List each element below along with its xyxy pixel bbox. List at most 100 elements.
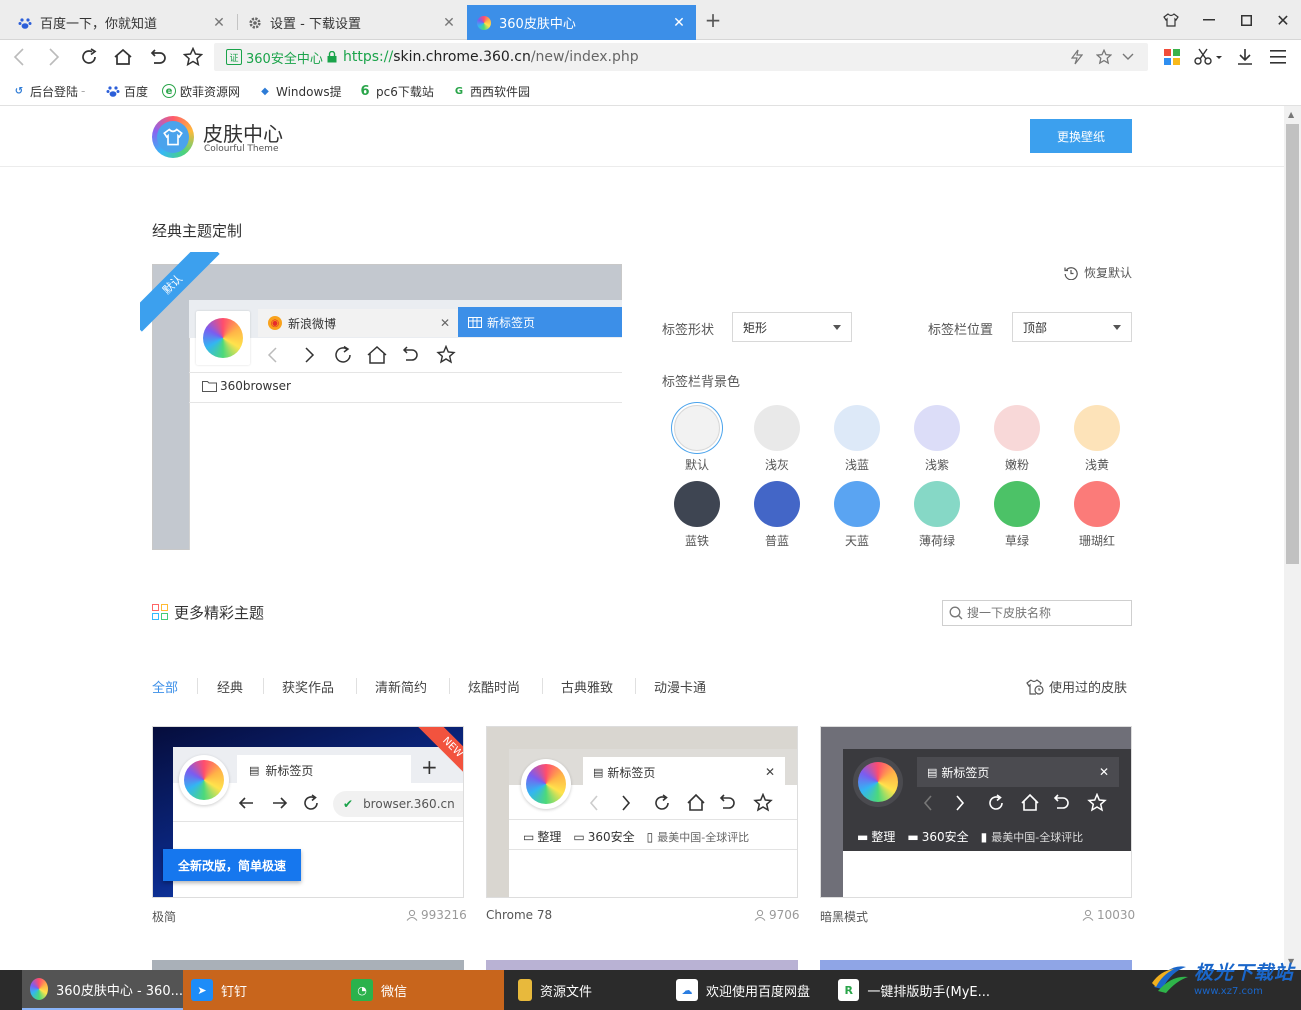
url-text[interactable]: https://skin.chrome.360.cn/new/index.php: [327, 47, 639, 67]
folder-icon: [202, 381, 217, 392]
category-divider: [356, 678, 357, 694]
taskbar-item-myeditor[interactable]: R 一键排版助手(MyE...: [830, 970, 990, 1010]
taskbar-item-baidu-netdisk[interactable]: ☁ 欢迎使用百度网盘: [668, 970, 828, 1010]
tab-shape-label: 标签形状: [662, 323, 715, 338]
taskbar-item-360-browser[interactable]: 360皮肤中心 - 360...: [22, 970, 183, 1010]
tab-position-select[interactable]: 顶部: [1012, 312, 1132, 342]
preview-tab-label: 新浪微博: [288, 316, 337, 331]
theme-card-next-row[interactable]: [820, 960, 1132, 970]
favorite-star-icon[interactable]: [181, 45, 205, 69]
color-swatch[interactable]: [754, 405, 800, 451]
theme-card-next-row[interactable]: [486, 960, 798, 970]
change-wallpaper-button[interactable]: 更换壁纸: [1030, 119, 1132, 153]
browser-tab-skin-center[interactable]: 360皮肤中心 ✕: [467, 5, 696, 40]
theme-search-input[interactable]: [967, 606, 1127, 620]
new-tab-button[interactable]: +: [703, 8, 723, 32]
color-swatch[interactable]: [674, 481, 720, 527]
lightning-icon[interactable]: [1065, 45, 1089, 69]
close-tab-icon[interactable]: ✕: [442, 15, 456, 31]
used-skins-link[interactable]: 使用过的皮肤: [1026, 677, 1127, 696]
myeditor-icon: R: [838, 979, 860, 1001]
taskbar-item-folder[interactable]: 资源文件: [504, 970, 664, 1010]
preview-tab-label: 新标签页: [487, 315, 536, 330]
category-classic[interactable]: 经典: [217, 677, 243, 696]
theme-card-jijian[interactable]: ▤ 新标签页 + ✔ browser.360.cn 全新改版，简单极速 NEW: [152, 726, 464, 898]
bookmark-item[interactable]: G 西西软件园: [452, 82, 530, 100]
bookmark-item[interactable]: ◆ Windows提: [258, 82, 341, 100]
color-swatch[interactable]: [914, 405, 960, 451]
category-anime[interactable]: 动漫卡通: [654, 677, 706, 696]
360-browser-icon: [30, 978, 49, 1000]
bookmark-item[interactable]: 百度: [106, 82, 148, 100]
theme-card-chrome78[interactable]: ▤ 新标签页 ✕ ▭ 整理 ▭ 360安全 ▯ 最美中国-全球评比: [486, 726, 798, 898]
bookmark-item[interactable]: 6 pc6下载站: [358, 82, 433, 100]
theme-search-box[interactable]: [942, 600, 1132, 626]
theme-card-dark-mode[interactable]: ▤ 新标签页 ✕ ▬ 整理 ▬ 360安全 ▮ 最美中国-全球评比: [820, 726, 1132, 898]
category-divider: [449, 678, 450, 694]
card-tab-label: 新标签页: [265, 763, 314, 778]
category-all[interactable]: 全部: [152, 677, 178, 696]
folder-icon: [518, 979, 532, 1001]
theme-card-next-row[interactable]: [152, 960, 464, 970]
dingtalk-icon: ➤: [191, 979, 213, 1001]
theme-name[interactable]: Chrome 78: [486, 908, 552, 922]
color-swatch[interactable]: [1074, 481, 1120, 527]
dropdown-caret-icon: [833, 324, 841, 330]
tab-shape-select[interactable]: 矩形: [732, 312, 852, 342]
color-swatch[interactable]: [834, 481, 880, 527]
color-swatch[interactable]: [1074, 405, 1120, 451]
theme-name[interactable]: 极简: [152, 908, 176, 925]
cnxi-icon: G: [454, 85, 464, 97]
minimize-button[interactable]: [1199, 10, 1219, 30]
color-swatch[interactable]: [994, 481, 1040, 527]
url-scheme: https://: [343, 49, 394, 65]
theme-usage-count: 10030: [1082, 908, 1135, 922]
skin-shirt-icon[interactable]: [1161, 10, 1181, 30]
bookmark-star-icon[interactable]: [1092, 45, 1116, 69]
chevron-down-icon[interactable]: [1116, 45, 1140, 69]
browser-tab-settings[interactable]: 设置 - 下载设置 ✕: [238, 5, 466, 40]
bookmark-item[interactable]: e 欧菲资源网: [162, 82, 240, 100]
preview-tab-weibo: ◉ 新浪微博 ✕: [258, 309, 458, 337]
category-fresh[interactable]: 清新简约: [375, 677, 427, 696]
close-tab-icon[interactable]: ✕: [672, 15, 686, 31]
maximize-button[interactable]: [1236, 10, 1256, 30]
lock-icon: [327, 51, 337, 63]
color-swatch[interactable]: [834, 405, 880, 451]
scroll-up-arrow[interactable]: ▲: [1288, 110, 1294, 119]
color-swatch[interactable]: [754, 481, 800, 527]
shield-certificate-icon: 证: [226, 49, 242, 65]
menu-icon[interactable]: [1266, 45, 1290, 69]
preview-bookmark-folder: 360browser: [202, 379, 291, 393]
color-swatch[interactable]: [994, 405, 1040, 451]
more-themes-title: 更多精彩主题: [174, 604, 265, 622]
back-button[interactable]: [7, 45, 31, 69]
close-window-button[interactable]: ✕: [1273, 10, 1293, 30]
bookmark-item[interactable]: ↺ 后台登陆 -: [12, 82, 86, 100]
color-swatch[interactable]: [914, 481, 960, 527]
taskbar-item-wechat[interactable]: ◔ 微信: [343, 970, 504, 1010]
wechat-icon: ◔: [351, 979, 373, 1001]
theme-name[interactable]: 暗黑模式: [820, 908, 868, 925]
scrollbar-thumb[interactable]: [1286, 124, 1299, 564]
dropdown-caret-icon: [1113, 324, 1121, 330]
color-swatch[interactable]: [674, 405, 720, 451]
close-tab-icon[interactable]: ✕: [212, 15, 226, 31]
browser-tab-baidu[interactable]: 百度一下，你就知道 ✕: [8, 5, 236, 40]
taskbar-label: 欢迎使用百度网盘: [706, 984, 811, 1000]
restore-default-button[interactable]: 恢复默认: [1064, 264, 1132, 281]
apps-grid-icon[interactable]: [1160, 45, 1184, 69]
category-cool[interactable]: 炫酷时尚: [468, 677, 520, 696]
undo-close-button[interactable]: [146, 45, 170, 69]
taskbar-item-dingtalk[interactable]: ➤ 钉钉: [183, 970, 343, 1010]
home-button[interactable]: [111, 45, 135, 69]
category-award[interactable]: 获奖作品: [282, 677, 334, 696]
category-classical[interactable]: 古典雅致: [561, 677, 613, 696]
download-icon[interactable]: [1233, 45, 1257, 69]
reload-button[interactable]: [77, 45, 101, 69]
security-badge[interactable]: 证 360安全中心: [226, 47, 323, 67]
forward-button[interactable]: [42, 45, 66, 69]
category-divider: [263, 678, 264, 694]
scissors-screenshot-icon[interactable]: [1192, 45, 1224, 69]
site-subtitle: Colourful Theme: [204, 144, 279, 154]
